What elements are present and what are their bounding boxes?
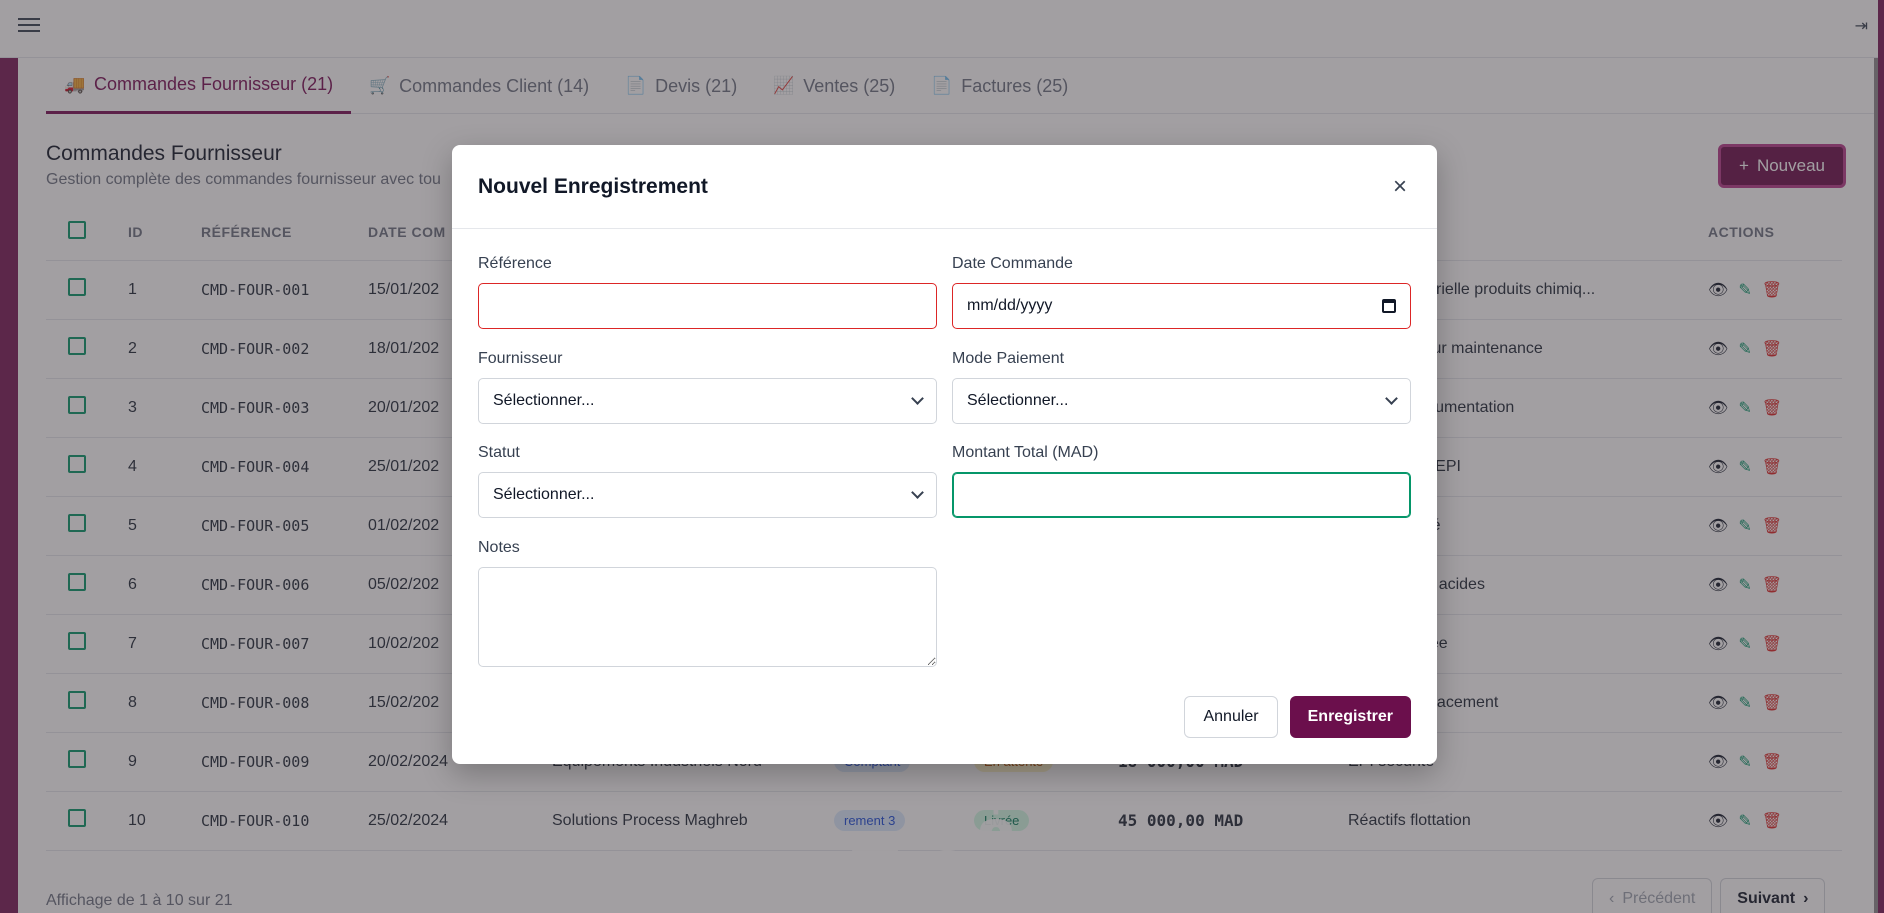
date-value: mm/dd/yyyy <box>967 297 1053 314</box>
status-field-group: Statut Sélectionner... <box>478 444 937 518</box>
amount-input[interactable] <box>952 472 1411 518</box>
close-icon[interactable]: × <box>1389 173 1411 201</box>
date-label: Date Commande <box>952 255 1073 272</box>
status-select[interactable]: Sélectionner... <box>478 472 937 518</box>
modal-title: Nouvel Enregistrement <box>478 174 708 198</box>
payment-value: Sélectionner... <box>967 392 1069 409</box>
supplier-value: Sélectionner... <box>493 392 595 409</box>
notes-label: Notes <box>478 539 520 556</box>
supplier-label: Fournisseur <box>478 350 563 367</box>
date-input[interactable]: mm/dd/yyyy <box>952 283 1411 329</box>
supplier-select[interactable]: Sélectionner... <box>478 378 937 424</box>
payment-label: Mode Paiement <box>952 350 1065 367</box>
reference-input[interactable] <box>478 283 937 329</box>
payment-select[interactable]: Sélectionner... <box>952 378 1411 424</box>
cancel-button[interactable]: Annuler <box>1184 696 1278 738</box>
status-value: Sélectionner... <box>493 486 595 503</box>
modal-actions: Annuler Enregistrer <box>1184 696 1411 738</box>
notes-textarea[interactable] <box>478 567 937 667</box>
save-button[interactable]: Enregistrer <box>1289 696 1411 738</box>
payment-field-group: Mode Paiement Sélectionner... <box>952 350 1411 424</box>
reference-field-group: Référence <box>478 255 937 329</box>
reference-label: Référence <box>478 255 552 272</box>
date-field-group: Date Commande mm/dd/yyyy <box>952 255 1411 329</box>
notes-field-group: Notes <box>478 539 937 667</box>
chevron-down-icon <box>1385 392 1398 405</box>
calendar-icon[interactable] <box>1382 299 1396 313</box>
new-record-modal: Nouvel Enregistrement × Référence Date C… <box>452 145 1437 764</box>
chevron-down-icon <box>911 392 924 405</box>
status-label: Statut <box>478 444 520 461</box>
modal-header: Nouvel Enregistrement × <box>452 145 1437 229</box>
amount-field-group: Montant Total (MAD) <box>952 444 1411 518</box>
amount-label: Montant Total (MAD) <box>952 444 1099 461</box>
chevron-down-icon <box>911 486 924 499</box>
supplier-field-group: Fournisseur Sélectionner... <box>478 350 937 424</box>
